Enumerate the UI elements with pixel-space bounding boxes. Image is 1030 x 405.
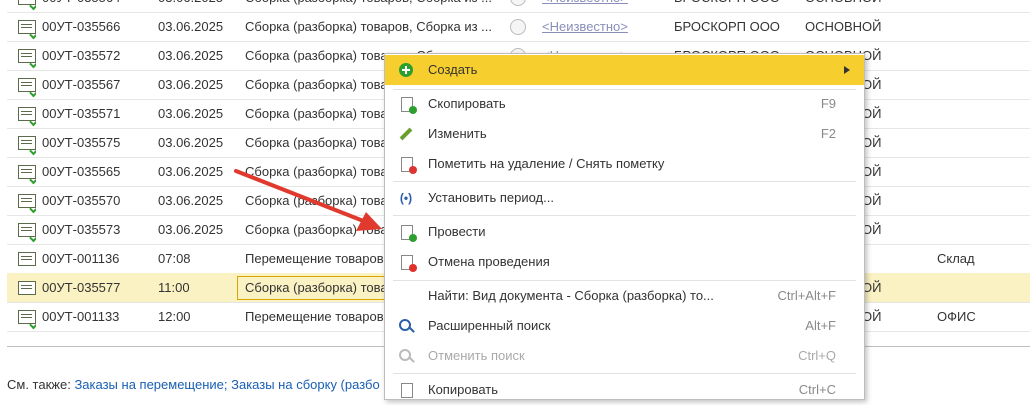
posted-document-icon <box>18 49 36 69</box>
posted-document-icon <box>18 165 36 185</box>
menu-item-copy-document[interactable]: Скопировать F9 <box>385 89 864 119</box>
menu-item-create[interactable]: Создать <box>385 55 864 85</box>
document-icon <box>18 252 36 266</box>
posted-document-icon <box>18 0 36 11</box>
table-row[interactable]: 00УТ-035566 03.06.2025 Сборка (разборка)… <box>7 12 1030 42</box>
unknown-link[interactable]: <Неизвестно> <box>542 12 662 41</box>
posted-document-icon <box>18 310 36 330</box>
status-icon <box>510 0 526 6</box>
pencil-icon <box>396 124 416 144</box>
unpost-document-icon <box>401 255 417 272</box>
menu-item-cancel-search: Отменить поиск Ctrl+Q <box>385 341 864 371</box>
period-icon: (•) <box>399 191 413 205</box>
menu-item-advanced-search[interactable]: Расширенный поиск Alt+F <box>385 311 864 341</box>
posted-document-icon <box>18 223 36 243</box>
status-icon <box>510 19 526 35</box>
menu-item-edit[interactable]: Изменить F2 <box>385 119 864 149</box>
context-menu: Создать Скопировать F9 Изменить F2 Помет… <box>384 53 865 400</box>
menu-separator <box>393 181 856 182</box>
posted-document-icon <box>18 107 36 127</box>
posted-document-icon <box>18 136 36 156</box>
menu-separator <box>393 373 856 374</box>
menu-separator <box>393 215 856 216</box>
menu-item-post[interactable]: Провести <box>385 217 864 247</box>
menu-item-copy[interactable]: Копировать Ctrl+C <box>385 375 864 405</box>
menu-item-unpost[interactable]: Отмена проведения <box>385 247 864 277</box>
submenu-arrow-icon <box>844 66 850 74</box>
posted-document-icon <box>18 20 36 40</box>
copy-icon <box>401 383 413 398</box>
delete-mark-icon <box>401 157 417 174</box>
posted-document-icon <box>18 194 36 214</box>
menu-item-set-period[interactable]: (•) Установить период... <box>385 183 864 213</box>
cancel-search-icon <box>399 349 411 361</box>
unknown-link[interactable]: <Неизвестно> <box>542 0 662 12</box>
copy-document-icon <box>401 97 417 114</box>
menu-item-find[interactable]: Найти: Вид документа - Сборка (разборка)… <box>385 281 864 311</box>
post-document-icon <box>401 225 417 242</box>
posted-document-icon <box>18 78 36 98</box>
plus-circle-icon <box>399 63 413 77</box>
search-icon <box>399 319 411 331</box>
menu-item-mark-delete[interactable]: Пометить на удаление / Снять пометку <box>385 149 864 179</box>
document-icon <box>18 281 36 295</box>
